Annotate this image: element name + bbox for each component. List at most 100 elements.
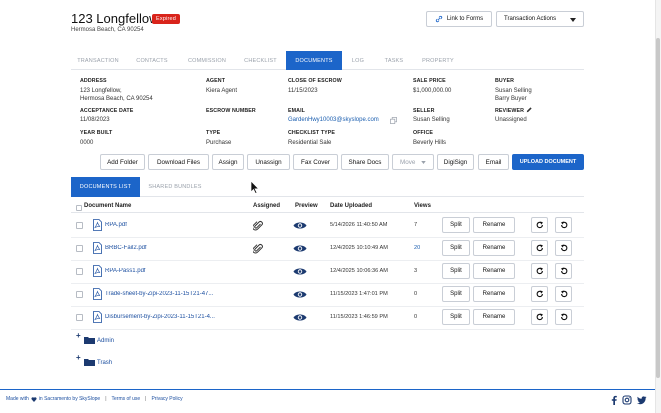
rename-button[interactable]: Rename [473, 240, 515, 256]
instagram-icon[interactable] [622, 395, 632, 405]
row-checkbox[interactable] [76, 314, 83, 321]
date-uploaded-header[interactable]: Date Uploaded [330, 203, 372, 209]
row-checkbox[interactable] [76, 291, 83, 298]
views-header[interactable]: Views [414, 203, 431, 209]
date-uploaded: 12/4/2025 10:10:49 AM [330, 245, 388, 251]
assign-button[interactable]: Assign [212, 154, 244, 170]
tab-documents-list[interactable]: DOCUMENTS LIST [71, 177, 140, 197]
redo-button[interactable] [531, 240, 548, 256]
upload-document-button[interactable]: UPLOAD DOCUMENT [512, 154, 584, 170]
tab-contacts[interactable]: CONTACTS [125, 51, 179, 70]
table-row[interactable]: Trade-sheet-by-Zipi-2023-11-15T21-47... 1… [71, 284, 584, 307]
pdf-file-icon [93, 311, 102, 323]
terms-link[interactable]: Terms of use [112, 396, 141, 402]
tab-shared-bundles[interactable]: SHARED BUNDLES [140, 177, 210, 197]
pdf-file-icon [93, 265, 102, 277]
page-subtitle: Hermosa Beach, CA 90254 [71, 27, 144, 33]
table-row[interactable]: RPA.pdf 5/14/2026 11:40:50 AM 7 Split Rename [71, 215, 584, 238]
split-button[interactable]: Split [442, 240, 470, 256]
tab-documents[interactable]: DOCUMENTS [286, 51, 342, 70]
rename-button[interactable]: Rename [473, 263, 515, 279]
tab-commission[interactable]: COMMISSION [179, 51, 235, 70]
rename-button[interactable]: Rename [473, 309, 515, 325]
status-badge: Expired [152, 14, 181, 24]
eye-icon[interactable] [293, 221, 307, 230]
row-checkbox[interactable] [76, 222, 83, 229]
eye-icon[interactable] [293, 267, 307, 276]
unassign-button[interactable]: Unassign [247, 154, 290, 170]
eye-icon[interactable] [293, 244, 307, 253]
undo-button[interactable] [555, 309, 572, 325]
link-to-forms-button[interactable]: Link to Forms [426, 11, 492, 27]
eye-icon[interactable] [293, 290, 307, 299]
document-name-link[interactable]: Trade-sheet-by-Zipi-2023-11-15T21-47... [105, 291, 223, 297]
tab-tasks[interactable]: TASKS [374, 51, 414, 70]
fax-cover-button[interactable]: Fax Cover [293, 154, 338, 170]
rename-button[interactable]: Rename [473, 286, 515, 302]
expand-icon[interactable]: + [76, 332, 81, 340]
add-folder-button[interactable]: Add Folder [100, 154, 145, 170]
footer-made-prefix: Made with [6, 396, 29, 402]
date-uploaded: 11/15/2023 1:47:01 PM [330, 291, 388, 297]
document-name-link[interactable]: BRBC-Fail2.pdf [105, 245, 223, 251]
redo-button[interactable] [531, 286, 548, 302]
views-count: 0 [414, 314, 418, 320]
undo-icon [560, 244, 567, 252]
undo-icon [560, 221, 567, 229]
row-checkbox[interactable] [76, 268, 83, 275]
document-name-header[interactable]: Document Name [84, 203, 131, 209]
table-row[interactable]: BRBC-Fail2.pdf 12/4/2025 10:10:49 AM 20 Spl… [71, 238, 584, 261]
eye-icon[interactable] [293, 313, 307, 322]
folder-row[interactable]: + Admin [71, 332, 271, 348]
undo-button[interactable] [555, 217, 572, 233]
copy-icon[interactable] [390, 117, 397, 124]
scrollbar-thumb[interactable] [656, 38, 660, 378]
tab-property[interactable]: PROPERTY [414, 51, 462, 70]
document-name-link[interactable]: Disbursement-by-Zipi-2023-11-15T21-4... [105, 314, 223, 320]
year-built-value: 0000 [80, 140, 94, 146]
tab-transaction[interactable]: TRANSACTION [71, 51, 125, 70]
rename-button[interactable]: Rename [473, 217, 515, 233]
buyer-label: BUYER [495, 78, 515, 84]
redo-button[interactable] [531, 263, 548, 279]
table-row[interactable]: Disbursement-by-Zipi-2023-11-15T21-4... 1… [71, 307, 584, 330]
checklist-type-label: CHECKLIST TYPE [288, 130, 336, 136]
transaction-actions-dropdown[interactable]: Transaction Actions [496, 11, 584, 27]
preview-header: Preview [295, 203, 318, 209]
tab-checklist[interactable]: CHECKLIST [235, 51, 286, 70]
digisign-button[interactable]: DigiSign [437, 154, 474, 170]
split-button[interactable]: Split [442, 286, 470, 302]
split-button[interactable]: Split [442, 309, 470, 325]
expand-icon[interactable]: + [76, 354, 81, 362]
document-name-link[interactable]: RPA.pdf [105, 222, 223, 228]
tab-log[interactable]: LOG [342, 51, 374, 70]
table-row[interactable]: RPA-Pass1.pdf 12/4/2025 10:06:36 AM 3 Split… [71, 261, 584, 284]
facebook-icon[interactable] [609, 395, 619, 405]
split-button[interactable]: Split [442, 263, 470, 279]
year-built-label: YEAR BUILT [80, 130, 113, 136]
redo-button[interactable] [531, 309, 548, 325]
address-label: ADDRESS [80, 78, 107, 84]
privacy-link[interactable]: Privacy Policy [151, 396, 182, 402]
paperclip-icon [253, 221, 263, 231]
share-docs-button[interactable]: Share Docs [341, 154, 389, 170]
redo-icon [536, 313, 543, 321]
row-checkbox[interactable] [76, 245, 83, 252]
email-button[interactable]: Email [478, 154, 509, 170]
folder-row[interactable]: + Trash [71, 354, 271, 370]
checklist-type-value: Residential Sale [288, 140, 332, 146]
twitter-icon[interactable] [637, 395, 647, 405]
redo-button[interactable] [531, 217, 548, 233]
undo-button[interactable] [555, 240, 572, 256]
split-button[interactable]: Split [442, 217, 470, 233]
document-name-link[interactable]: RPA-Pass1.pdf [105, 268, 223, 274]
pencil-icon[interactable] [526, 107, 532, 113]
undo-button[interactable] [555, 263, 572, 279]
views-count[interactable]: 20 [414, 245, 420, 251]
email-value[interactable]: GardenHwy10003@skyslope.com [288, 116, 379, 124]
folder-label: Admin [97, 338, 115, 344]
select-all-checkbox[interactable] [76, 205, 82, 211]
move-dropdown[interactable]: Move [392, 154, 434, 170]
undo-button[interactable] [555, 286, 572, 302]
download-files-button[interactable]: Download Files [148, 154, 209, 170]
